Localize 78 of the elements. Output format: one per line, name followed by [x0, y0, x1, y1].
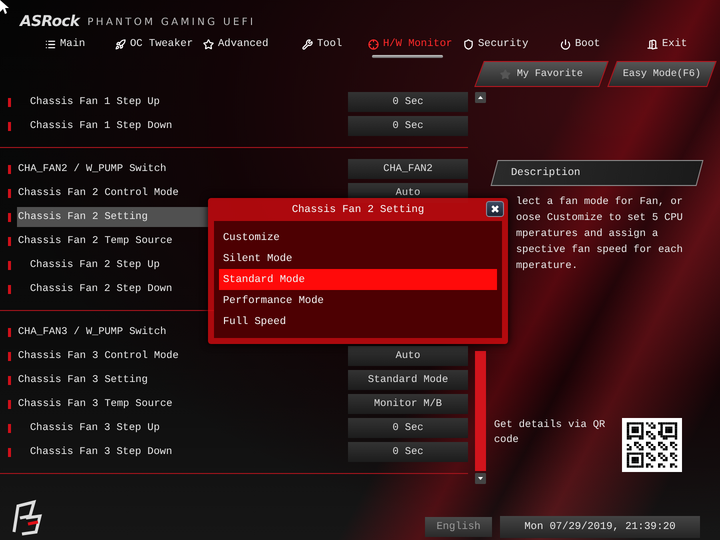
tab-icon: [302, 38, 313, 50]
dialog-title: Chassis Fan 2 Setting: [292, 204, 424, 216]
setting-marker: [8, 352, 11, 360]
star-icon: [500, 68, 511, 80]
qr-code-drawing: [622, 418, 682, 472]
setting-label[interactable]: Chassis Fan 3 Control Mode: [17, 346, 179, 366]
menu-tab[interactable]: Advanced: [203, 30, 302, 58]
setting-marker: [8, 236, 11, 246]
setting-marker: [8, 400, 11, 408]
tab-icon: [647, 38, 658, 50]
setting-marker: [8, 212, 11, 222]
tab-icon: [45, 38, 56, 50]
tab-icon: [560, 38, 571, 50]
option-item[interactable]: Standard Mode: [219, 269, 497, 290]
setting-marker: [8, 424, 11, 432]
setting-value[interactable]: 0 Sec: [348, 92, 468, 112]
setting-label[interactable]: Chassis Fan 2 Control Mode: [17, 183, 179, 203]
mode-button[interactable]: Easy Mode(F6): [607, 61, 717, 87]
menu-tab[interactable]: H/W Monitor: [368, 30, 463, 58]
cursor-icon: [0, 0, 9, 14]
setting-label[interactable]: Chassis Fan 3 Temp Source: [17, 394, 172, 414]
menu-tab[interactable]: Security: [463, 30, 560, 58]
setting-label[interactable]: Chassis Fan 3 Step Down: [17, 442, 172, 462]
brand-logo: ASRock: [20, 12, 80, 30]
scroll-down-button[interactable]: [474, 473, 486, 484]
menu-tab[interactable]: Tool: [302, 30, 368, 58]
option-item[interactable]: Silent Mode: [219, 248, 497, 269]
menu-tab[interactable]: Exit: [647, 30, 707, 58]
setting-value[interactable]: Auto: [348, 346, 468, 366]
setting-label[interactable]: Chassis Fan 2 Setting: [17, 207, 208, 227]
tab-icon: [203, 38, 214, 50]
description-text: mperature.: [516, 259, 579, 274]
setting-label[interactable]: CHA_FAN3 / W_PUMP Switch: [17, 322, 166, 342]
description-header: Description: [490, 160, 704, 186]
setting-value[interactable]: CHA_FAN2: [348, 159, 468, 179]
setting-label[interactable]: Chassis Fan 1 Step Down: [17, 116, 172, 136]
menu-tab[interactable]: Main: [45, 30, 115, 58]
setting-marker: [8, 98, 11, 106]
setting-value[interactable]: Monitor M/B: [348, 394, 468, 414]
setting-label[interactable]: Chassis Fan 1 Step Up: [17, 92, 160, 112]
setting-label[interactable]: Chassis Fan 2 Step Down: [17, 279, 172, 299]
setting-marker: [8, 122, 11, 130]
description-text: lect a fan mode for Fan, or: [516, 195, 684, 210]
setting-label[interactable]: Chassis Fan 2 Step Up: [17, 255, 160, 275]
close-button[interactable]: ✖: [486, 201, 504, 217]
scrollbar-thumb[interactable]: [474, 351, 486, 471]
description-text: spective fan speed for each: [516, 243, 684, 258]
tab-icon: [463, 38, 474, 50]
setting-label[interactable]: Chassis Fan 3 Step Up: [17, 418, 160, 438]
setting-marker: [8, 188, 11, 198]
setting-label[interactable]: CHA_FAN2 / W_PUMP Switch: [17, 159, 166, 179]
favorite-button[interactable]: My Favorite: [474, 61, 609, 87]
menu-tab[interactable]: Boot: [560, 30, 647, 58]
setting-value[interactable]: 0 Sec: [348, 116, 468, 136]
scroll-up-button[interactable]: [474, 92, 486, 103]
option-item[interactable]: Performance Mode: [219, 290, 497, 311]
tab-icon: [368, 38, 379, 50]
option-item[interactable]: Full Speed: [219, 311, 497, 332]
description-text: oose Customize to set 5 CPU: [516, 211, 684, 226]
date-time: Mon 07/29/2019, 21:39:20: [500, 516, 700, 538]
language-button[interactable]: English: [425, 517, 492, 537]
setting-value[interactable]: 0 Sec: [348, 442, 468, 462]
setting-value[interactable]: 0 Sec: [348, 418, 468, 438]
setting-marker: [8, 260, 11, 270]
description-text: mperatures and assign a: [516, 227, 660, 242]
setting-marker: [8, 448, 11, 456]
menu-tab[interactable]: OC Tweaker: [115, 30, 203, 58]
setting-label[interactable]: Chassis Fan 3 Setting: [17, 370, 148, 390]
setting-marker: [8, 284, 11, 294]
setting-marker: [8, 164, 11, 174]
setting-value[interactable]: Standard Mode: [348, 370, 468, 390]
setting-marker: [8, 376, 11, 384]
product-name: PHANTOM GAMING UEFI: [87, 17, 256, 30]
setting-label[interactable]: Chassis Fan 2 Temp Source: [17, 231, 172, 251]
setting-marker: [8, 328, 11, 336]
option-item[interactable]: Customize: [219, 227, 497, 248]
qr-caption: Get details via QR code: [494, 418, 606, 448]
tab-icon: [115, 38, 126, 50]
